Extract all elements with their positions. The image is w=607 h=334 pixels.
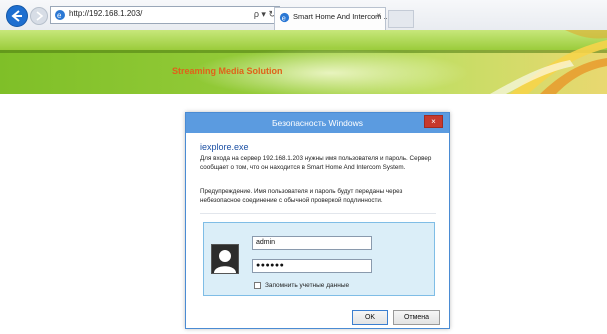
search-refresh-icons[interactable]: ρ ▾ ↻ — [254, 9, 276, 20]
url-text: http://192.168.1.203/ — [69, 9, 143, 18]
browser-toolbar: e http://192.168.1.203/ ρ ▾ ↻ e Smart Ho… — [0, 0, 607, 31]
close-button[interactable]: × — [424, 115, 443, 128]
user-avatar-icon — [211, 244, 239, 274]
password-input[interactable]: ●●●●●● — [252, 259, 372, 273]
browser-tab[interactable]: e Smart Home And Intercom ... × — [274, 7, 390, 30]
back-arrow-icon[interactable] — [6, 5, 28, 27]
banner-art-icon — [490, 30, 607, 94]
tab-close-icon[interactable]: × — [376, 11, 381, 20]
remember-credentials[interactable]: Запомнить учетные данные — [254, 282, 349, 289]
server-message: Для входа на сервер 192.168.1.203 нужны … — [200, 155, 432, 171]
svg-text:e: e — [282, 13, 286, 22]
ie-favicon-icon: e — [55, 10, 65, 20]
address-bar[interactable]: e http://192.168.1.203/ ρ ▾ ↻ — [50, 6, 280, 24]
page-banner: Streaming Media Solution — [0, 30, 607, 94]
remember-checkbox[interactable] — [254, 282, 261, 289]
dialog-title: Безопасность Windows — [271, 118, 364, 128]
windows-security-dialog: Безопасность Windows × iexplore.exe Для … — [185, 112, 450, 329]
forward-arrow-icon[interactable] — [30, 7, 48, 25]
cancel-button[interactable]: Отмена — [393, 310, 440, 325]
banner-title: Streaming Media Solution — [172, 66, 283, 76]
username-input[interactable]: admin — [252, 236, 372, 250]
svg-text:e: e — [57, 11, 62, 20]
ok-button[interactable]: OK — [352, 310, 388, 325]
app-name: iexplore.exe — [200, 142, 249, 152]
dialog-titlebar[interactable]: Безопасность Windows × — [186, 113, 449, 133]
remember-label: Запомнить учетные данные — [265, 282, 350, 290]
credential-tile: admin ●●●●●● Запомнить учетные данные — [203, 222, 435, 296]
new-tab-button[interactable] — [388, 10, 414, 28]
tab-favicon-icon: e — [279, 12, 290, 22]
divider — [200, 213, 436, 214]
security-warning: Предупреждение. Имя пользователя и парол… — [200, 188, 403, 204]
tab-title: Smart Home And Intercom ... — [293, 12, 390, 21]
